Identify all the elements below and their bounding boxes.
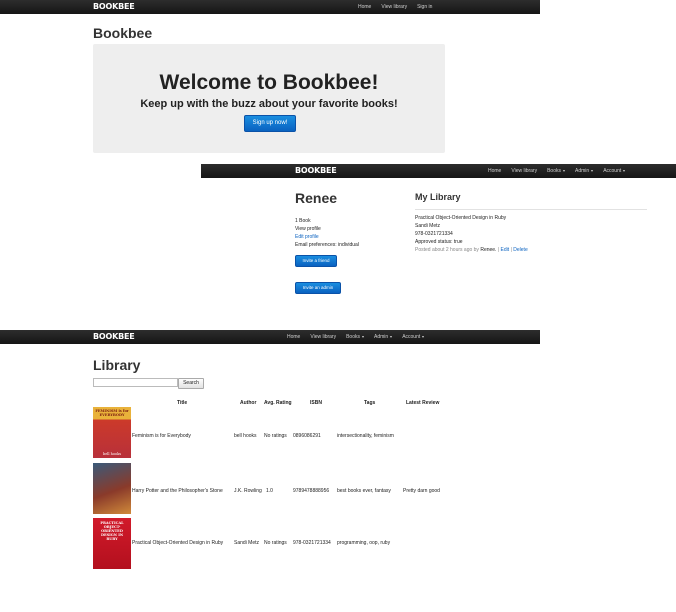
search-button[interactable]: Search [178, 378, 204, 389]
nav-links: Home View library Books Admin Account [287, 330, 425, 344]
nav-sign-in[interactable]: Sign in [417, 4, 432, 10]
column-header-latest-review: Latest Review [406, 400, 440, 406]
cell-author: J.K. Rowling [234, 488, 262, 494]
delete-link[interactable]: Delete [513, 247, 527, 253]
hero-heading: Welcome to Bookbee! [159, 71, 379, 94]
cell-title[interactable]: Harry Potter and the Philosopher's Stone [132, 488, 223, 494]
brand-logo[interactable]: BOOKBEE [93, 332, 135, 341]
separator: | [510, 247, 512, 253]
user-name: Renee [295, 190, 338, 206]
page-title: Bookbee [93, 25, 153, 41]
separator: | [497, 247, 500, 253]
email-preferences: Email preferences: individual [295, 242, 359, 248]
cell-isbn: 9789478888956 [293, 488, 330, 494]
nav-books-dropdown[interactable]: Books [346, 334, 364, 340]
column-header-title: Title [177, 400, 188, 406]
nav-links: Home View library Books Admin Account [488, 164, 626, 178]
posted-by: Renee. [480, 247, 497, 253]
nav-books-dropdown[interactable]: Books [547, 168, 565, 174]
cell-rating: 1.0 [266, 488, 273, 494]
book-cover-image[interactable]: PRACTICAL OBJECT-ORIENTED DESIGN IN RUBY [93, 518, 131, 569]
user-info: 1 Book View profile Edit profile Email p… [295, 217, 359, 249]
my-library-heading: My Library [415, 192, 461, 202]
cover-author-text: bell hooks [102, 452, 122, 456]
column-header-avg-rating: Avg. Rating [264, 400, 292, 406]
cell-author: Sandi Metz [234, 540, 260, 546]
caret-down-icon [422, 335, 425, 338]
column-header-tags: Tags [364, 400, 376, 406]
nav-books-label: Books [346, 334, 360, 340]
posted-text: Posted about 2 hours ago by [415, 247, 479, 253]
nav-home[interactable]: Home [488, 168, 501, 174]
cell-tags: best books ever, fantasy [337, 488, 391, 494]
brand-logo[interactable]: BOOKBEE [295, 166, 337, 175]
cell-rating: No ratings [264, 433, 287, 439]
nav-home[interactable]: Home [358, 4, 371, 10]
cell-tags: programming, oop, ruby [337, 540, 391, 546]
approved-status: Approved status: true [415, 239, 463, 245]
post-meta: Posted about 2 hours ago by Renee. | Edi… [415, 246, 528, 254]
cell-author: bell hooks [234, 433, 257, 439]
library-screenshot: BOOKBEE Home View library Books Admin Ac… [0, 330, 540, 590]
cell-title[interactable]: Practical Object-Oriented Design in Ruby [132, 540, 223, 546]
nav-view-library[interactable]: View library [511, 168, 537, 174]
library-book-entry: Practical Object-Oriented Design in Ruby… [415, 214, 528, 254]
divider [415, 209, 647, 210]
cell-isbn: 0896086291 [293, 433, 321, 439]
nav-links: Home View library Sign in [358, 0, 432, 14]
caret-down-icon [623, 169, 626, 172]
nav-books-label: Books [547, 168, 561, 174]
nav-account-dropdown[interactable]: Account [603, 168, 626, 174]
caret-down-icon [390, 335, 393, 338]
invite-admin-button[interactable]: Invite an admin [295, 282, 341, 294]
nav-account-label: Account [603, 168, 622, 174]
cover-title-text: FEMINISM is for EVERYBODY [95, 409, 129, 417]
nav-admin-dropdown[interactable]: Admin [374, 334, 393, 340]
cell-rating: No ratings [264, 540, 287, 546]
profile-screenshot: BOOKBEE Home View library Books Admin Ac… [201, 164, 676, 316]
caret-down-icon [563, 169, 565, 172]
home-screenshot: BOOKBEE Home View library Sign in Bookbe… [0, 0, 540, 160]
invite-friend-button[interactable]: Invite a friend [295, 255, 337, 267]
nav-admin-label: Admin [575, 168, 590, 174]
cell-title[interactable]: Feminism is for Everybody [132, 433, 191, 439]
column-header-isbn: ISBN [310, 400, 322, 406]
nav-home[interactable]: Home [287, 334, 300, 340]
caret-down-icon [591, 169, 594, 172]
search-input[interactable] [93, 378, 178, 387]
hero-unit: Welcome to Bookbee! Keep up with the buz… [93, 44, 445, 153]
view-profile-link[interactable]: View profile [295, 225, 359, 233]
sign-up-button[interactable]: Sign up now! [244, 115, 296, 132]
column-header-author: Author [240, 400, 257, 406]
cover-title-text: PRACTICAL OBJECT-ORIENTED DESIGN IN RUBY [100, 521, 124, 541]
top-navbar: BOOKBEE Home View library Books Admin Ac… [0, 330, 540, 344]
page-title: Library [93, 357, 141, 373]
nav-admin-label: Admin [374, 334, 389, 340]
edit-link[interactable]: Edit [501, 247, 510, 253]
nav-view-library[interactable]: View library [310, 334, 336, 340]
edit-profile-link[interactable]: Edit profile [295, 233, 359, 241]
book-count: 1 Book [295, 218, 311, 224]
book-author: Sandi Metz [415, 223, 441, 229]
top-navbar: BOOKBEE Home View library Books Admin Ac… [201, 164, 676, 178]
cell-review: Pretty darn good [403, 488, 440, 494]
nav-account-dropdown[interactable]: Account [402, 334, 425, 340]
caret-down-icon [362, 335, 364, 338]
hero-tagline: Keep up with the buzz about your favorit… [140, 98, 398, 110]
book-isbn: 978-0321721334 [415, 231, 453, 237]
book-title: Practical Object-Oriented Design in Ruby [415, 215, 507, 221]
top-navbar: BOOKBEE Home View library Sign in [0, 0, 540, 14]
cell-isbn: 978-0321721334 [293, 540, 331, 546]
nav-account-label: Account [402, 334, 421, 340]
book-cover-image[interactable] [93, 463, 131, 514]
nav-admin-dropdown[interactable]: Admin [575, 168, 594, 174]
nav-view-library[interactable]: View library [381, 4, 407, 10]
brand-logo[interactable]: BOOKBEE [93, 2, 135, 11]
cell-tags: intersectionality, feminism [337, 433, 394, 439]
book-cover-image[interactable]: FEMINISM is for EVERYBODY bell hooks [93, 407, 131, 458]
